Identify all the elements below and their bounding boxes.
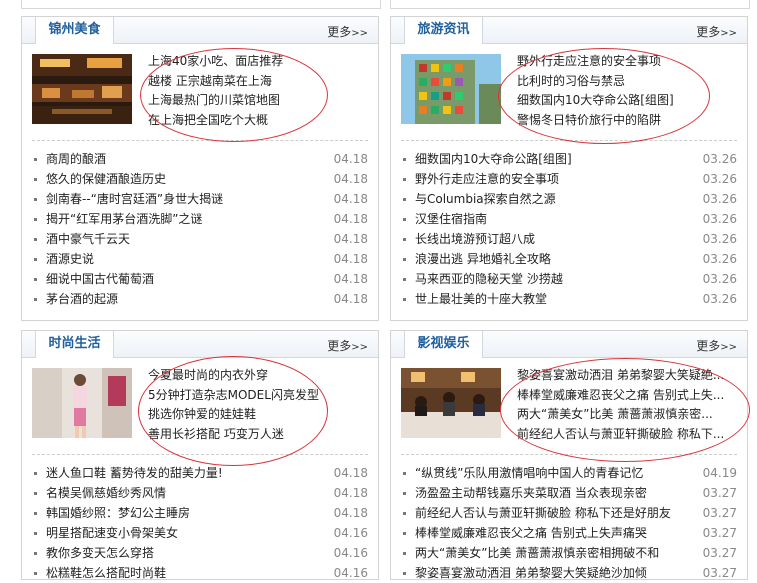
panel-bottom-edge bbox=[21, 0, 381, 9]
list-item[interactable]: 棒棒堂威廉难忍丧父之痛 告别式上失声痛哭 03.27 bbox=[401, 523, 737, 543]
featured-link[interactable]: 上海最热门的川菜馆地图 bbox=[148, 91, 283, 111]
list-item[interactable]: 与Columbia探索自然之源 03.26 bbox=[401, 189, 737, 209]
fashion-panel: 时尚生活 更多>> 今夏最时尚的内衣外穿 5分钟打造杂志MODEL闪亮发型 挑选… bbox=[21, 330, 379, 580]
featured-link[interactable]: 善用长衫搭配 巧变万人迷 bbox=[148, 425, 319, 445]
featured-list: 野外行走应注意的安全事项 比利时的习俗与禁忌 细数国内10大夺命公路[组图] 警… bbox=[517, 52, 674, 130]
featured-link[interactable]: 细数国内10大夺命公路[组图] bbox=[517, 91, 674, 111]
news-list: “纵贯线”乐队用激情唱响中国人的青春记忆 04.19 汤盈盈主动帮钱嘉乐夹菜取酒 … bbox=[401, 463, 737, 583]
divider bbox=[32, 454, 368, 455]
building-photo[interactable] bbox=[401, 54, 501, 124]
list-item[interactable]: 野外行走应注意的安全事项 03.26 bbox=[401, 169, 737, 189]
panel-bottom-edge bbox=[390, 0, 750, 9]
featured-list: 黎姿喜宴激动洒泪 弟弟黎婴大笑疑絶... 棒棒堂威廉难忍丧父之痛 告别式上失..… bbox=[517, 366, 724, 444]
featured-link[interactable]: 警惕冬日特价旅行中的陷阱 bbox=[517, 111, 674, 131]
more-link[interactable]: 更多>> bbox=[696, 23, 737, 40]
list-item[interactable]: 汉堡住宿指南 03.26 bbox=[401, 209, 737, 229]
tab-entertainment[interactable]: 影视娱乐 bbox=[404, 331, 483, 358]
divider bbox=[401, 454, 737, 455]
news-list: 细数国内10大夺命公路[组图] 03.26 野外行走应注意的安全事项 03.26 与… bbox=[401, 149, 737, 309]
divider bbox=[32, 140, 368, 141]
featured-link[interactable]: 挑选你钟爱的娃娃鞋 bbox=[148, 405, 319, 425]
more-link[interactable]: 更多>> bbox=[696, 337, 737, 354]
featured-link[interactable]: 比利时的习俗与禁忌 bbox=[517, 72, 674, 92]
list-item[interactable]: 茅台酒的起源 04.18 bbox=[32, 289, 368, 309]
list-item[interactable]: 长线出境游预订超八成 03.26 bbox=[401, 229, 737, 249]
featured-list: 上海40家小吃、面店推荐 越楼 正宗越南菜在上海 上海最热门的川菜馆地图 在上海… bbox=[148, 52, 283, 130]
list-item[interactable]: 明星搭配速变小骨架美女 04.16 bbox=[32, 523, 368, 543]
featured-link[interactable]: 黎姿喜宴激动洒泪 弟弟黎婴大笑疑絶... bbox=[517, 366, 724, 386]
news-list: 商周的酿酒 04.18 悠久的保健酒酿造历史 04.18 剑南春--“唐时宫廷酒”身… bbox=[32, 149, 368, 309]
tab-fashion[interactable]: 时尚生活 bbox=[35, 331, 114, 358]
banquet-photo[interactable] bbox=[401, 368, 501, 438]
featured-link[interactable]: 两大“萧美女”比美 萧蔷萧淑慎亲密... bbox=[517, 405, 724, 425]
featured-link[interactable]: 在上海把全国吃个大概 bbox=[148, 111, 283, 131]
list-item[interactable]: 迷人鱼口鞋 蓄势待发的甜美力量! 04.18 bbox=[32, 463, 368, 483]
list-item[interactable]: 名模吴佩慈婚纱秀风情 04.18 bbox=[32, 483, 368, 503]
tab-food[interactable]: 锦州美食 bbox=[35, 17, 114, 44]
fashion-photo[interactable] bbox=[32, 368, 132, 438]
list-item[interactable]: 剑南春--“唐时宫廷酒”身世大揭谜 04.18 bbox=[32, 189, 368, 209]
featured-link[interactable]: 今夏最时尚的内衣外穿 bbox=[148, 366, 319, 386]
list-item[interactable]: 马来西亚的隐秘天堂 沙捞越 03.26 bbox=[401, 269, 737, 289]
featured-link[interactable]: 5分钟打造杂志MODEL闪亮发型 bbox=[148, 386, 319, 406]
more-link[interactable]: 更多>> bbox=[327, 23, 368, 40]
featured-link[interactable]: 上海40家小吃、面店推荐 bbox=[148, 52, 283, 72]
entertainment-panel: 影视娱乐 更多>> 黎姿喜宴激动洒泪 弟弟黎婴大笑疑絶... 棒棒堂威廉难忍丧父… bbox=[390, 330, 748, 580]
featured-link[interactable]: 棒棒堂威廉难忍丧父之痛 告别式上失... bbox=[517, 386, 724, 406]
list-item[interactable]: 悠久的保健酒酿造历史 04.18 bbox=[32, 169, 368, 189]
food-panel: 锦州美食 更多>> 上海40家小吃、面店推荐 越楼 正宗越南菜在上海 上海最热门… bbox=[21, 16, 379, 321]
list-item[interactable]: 黎姿喜宴激动洒泪 弟弟黎婴大笑疑絶沙加倾 03.27 bbox=[401, 563, 737, 583]
news-list: 迷人鱼口鞋 蓄势待发的甜美力量! 04.18 名模吴佩慈婚纱秀风情 04.18 韩国… bbox=[32, 463, 368, 583]
list-item[interactable]: 两大“萧美女”比美 萧蔷萧淑慎亲密相拥破不和 03.27 bbox=[401, 543, 737, 563]
divider bbox=[401, 140, 737, 141]
list-item[interactable]: 浪漫出逃 异地婚礼全攻略 03.26 bbox=[401, 249, 737, 269]
list-item[interactable]: 韩国婚纱照：梦幻公主睡房 04.18 bbox=[32, 503, 368, 523]
more-link[interactable]: 更多>> bbox=[327, 337, 368, 354]
featured-link[interactable]: 野外行走应注意的安全事项 bbox=[517, 52, 674, 72]
list-item[interactable]: 前经纪人否认与萧亚轩撕破脸 称私下还是好朋友 03.27 bbox=[401, 503, 737, 523]
list-item[interactable]: 细数国内10大夺命公路[组图] 03.26 bbox=[401, 149, 737, 169]
featured-link[interactable]: 前经纪人否认与萧亚轩撕破脸 称私下... bbox=[517, 425, 724, 445]
list-item[interactable]: 汤盈盈主动帮钱嘉乐夹菜取酒 当众表现亲密 03.27 bbox=[401, 483, 737, 503]
tab-travel[interactable]: 旅游资讯 bbox=[404, 17, 483, 44]
list-item[interactable]: 酒源史说 04.18 bbox=[32, 249, 368, 269]
list-item[interactable]: “纵贯线”乐队用激情唱响中国人的青春记忆 04.19 bbox=[401, 463, 737, 483]
restaurant-photo[interactable] bbox=[32, 54, 132, 124]
list-item[interactable]: 教你多变天怎么穿搭 04.16 bbox=[32, 543, 368, 563]
list-item[interactable]: 世上最壮美的十座大教堂 03.26 bbox=[401, 289, 737, 309]
travel-panel: 旅游资讯 更多>> 野外行走应注意的安全事项 比利时的习俗与禁忌 细数国内10大… bbox=[390, 16, 748, 321]
list-item[interactable]: 商周的酿酒 04.18 bbox=[32, 149, 368, 169]
list-item[interactable]: 松糕鞋怎么搭配时尚鞋 04.16 bbox=[32, 563, 368, 583]
list-item[interactable]: 揭开“红军用茅台酒洗脚”之谜 04.18 bbox=[32, 209, 368, 229]
featured-list: 今夏最时尚的内衣外穿 5分钟打造杂志MODEL闪亮发型 挑选你钟爱的娃娃鞋 善用… bbox=[148, 366, 319, 444]
featured-link[interactable]: 越楼 正宗越南菜在上海 bbox=[148, 72, 283, 92]
list-item[interactable]: 细说中国古代葡萄酒 04.18 bbox=[32, 269, 368, 289]
list-item[interactable]: 酒中豪气千云天 04.18 bbox=[32, 229, 368, 249]
